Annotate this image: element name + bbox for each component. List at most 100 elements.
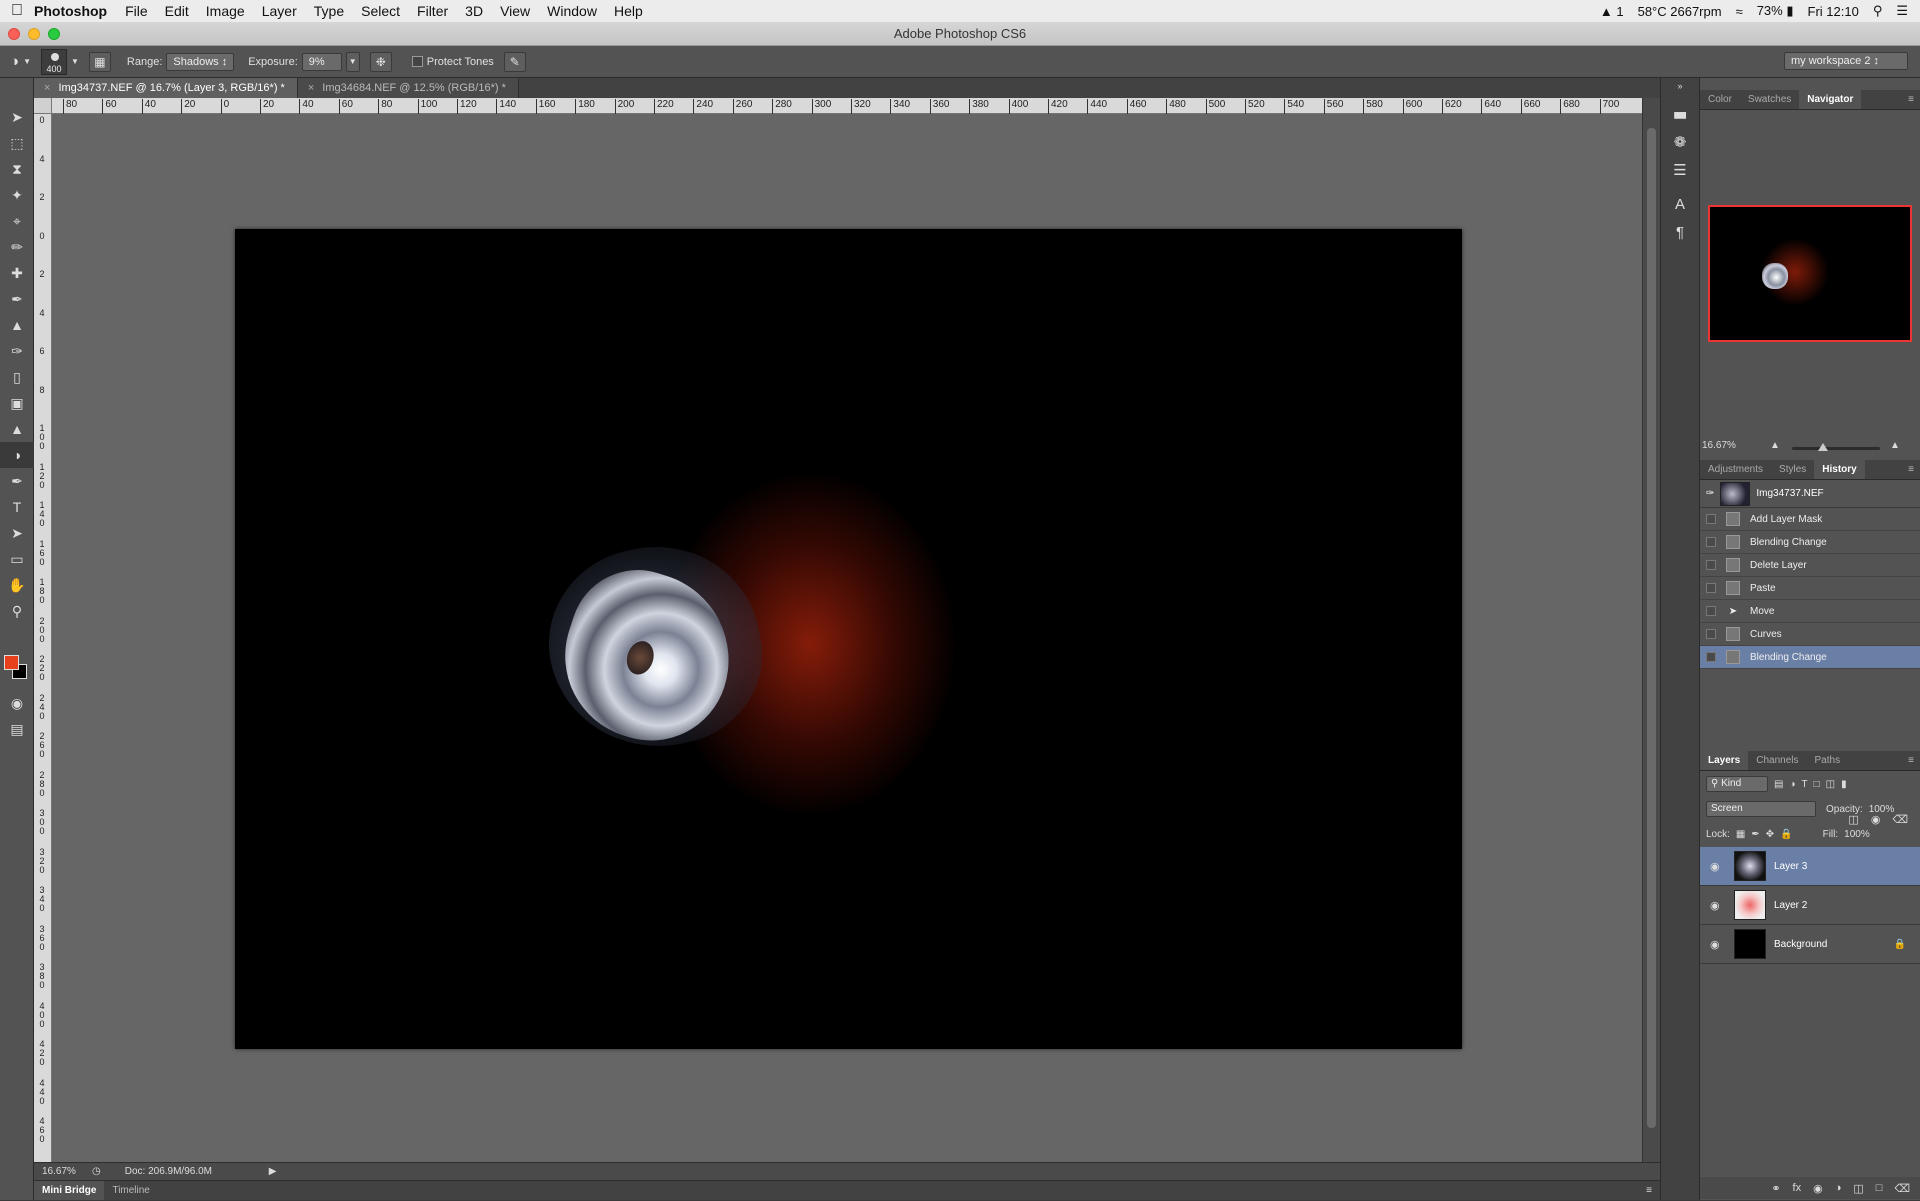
history-checkbox[interactable] <box>1706 652 1716 662</box>
spotlight-search-icon[interactable]: ⚲ <box>1873 3 1883 19</box>
clock[interactable]: Fri 12:10 <box>1808 4 1859 19</box>
tab-layers[interactable]: Layers <box>1700 751 1749 770</box>
menu-window[interactable]: Window <box>547 3 597 19</box>
adobe-status-icon[interactable]: ▲ 1 <box>1600 4 1624 19</box>
close-tab-icon[interactable]: × <box>308 82 314 94</box>
history-checkbox[interactable] <box>1706 560 1716 570</box>
crop-tool-icon[interactable]: ⌖ <box>0 208 34 234</box>
paragraph-panel-icon[interactable]: ¶ <box>1661 218 1699 246</box>
link-layers-icon[interactable]: ⚭ <box>1771 1182 1780 1195</box>
quick-mask-icon[interactable]: ◉ <box>0 690 34 716</box>
move-tool-icon[interactable]: ➤ <box>0 104 34 130</box>
eraser-tool-icon[interactable]: ▯ <box>0 364 34 390</box>
wifi-icon[interactable]: ≈ <box>1736 4 1743 19</box>
history-item[interactable]: Blending Change <box>1700 531 1920 554</box>
blur-tool-icon[interactable]: ▲ <box>0 416 34 442</box>
airbrush-icon[interactable]: ❉ <box>369 51 392 72</box>
eyedropper-tool-icon[interactable]: ✏ <box>0 234 34 260</box>
history-checkbox[interactable] <box>1706 537 1716 547</box>
status-zoom[interactable]: 16.67% <box>42 1166 86 1177</box>
new-layer-icon[interactable]: □ <box>1876 1182 1883 1194</box>
menu-image[interactable]: Image <box>206 3 245 19</box>
panel-menu-icon[interactable]: ≡ <box>1908 751 1914 771</box>
history-item[interactable]: Add Layer Mask <box>1700 508 1920 531</box>
tab-color[interactable]: Color <box>1700 90 1740 109</box>
layer-row-background[interactable]: ◉ Background 🔒 <box>1700 925 1920 964</box>
exposure-input[interactable]: 9% <box>301 52 342 71</box>
lock-position-icon[interactable]: ✥ <box>1766 829 1774 840</box>
panel-menu-icon[interactable]: ≡ <box>1908 90 1914 110</box>
vertical-ruler[interactable]: 0 4 2 0 2 4 6 8 1 0 0 1 2 0 1 4 0 1 6 0 1 8 0 2 0 0 2 … <box>34 114 52 1162</box>
history-item-selected[interactable]: Blending Change <box>1700 646 1920 669</box>
status-info-icon[interactable]: ◷ <box>92 1166 101 1177</box>
zoom-out-icon[interactable]: ▲ <box>1770 440 1780 451</box>
gradient-tool-icon[interactable]: ▣ <box>0 390 34 416</box>
quick-selection-tool-icon[interactable]: ✦ <box>0 182 34 208</box>
brush-presets-panel-icon[interactable]: ❁ <box>1661 128 1699 156</box>
history-snapshot[interactable]: ✑ Img34737.NEF <box>1700 480 1920 508</box>
opacity-input[interactable]: 100% <box>1869 804 1895 815</box>
zoom-slider-knob[interactable] <box>1818 443 1828 451</box>
path-selection-tool-icon[interactable]: ➤ <box>0 520 34 546</box>
tab-paths[interactable]: Paths <box>1807 751 1849 770</box>
notification-center-icon[interactable]: ☰ <box>1896 3 1908 19</box>
trash-icon[interactable]: ⌫ <box>1894 1182 1910 1195</box>
properties-panel-icon[interactable]: ☰ <box>1661 156 1699 184</box>
expand-panels-icon[interactable]: » <box>1661 78 1699 94</box>
protect-tones-checkbox[interactable] <box>411 56 423 67</box>
menu-select[interactable]: Select <box>361 3 400 19</box>
document-window[interactable] <box>52 114 1642 1162</box>
close-window-button[interactable] <box>8 28 20 40</box>
histogram-panel-icon[interactable]: ▃ <box>1661 96 1699 124</box>
marquee-tool-icon[interactable]: ⬚ <box>0 130 34 156</box>
layer-filter-kind-select[interactable]: ⚲ Kind <box>1706 776 1768 792</box>
lock-all-icon[interactable]: 🔒 <box>1780 829 1792 840</box>
tab-mini-bridge[interactable]: Mini Bridge <box>34 1181 105 1200</box>
tab-adjustments[interactable]: Adjustments <box>1700 460 1771 479</box>
menu-filter[interactable]: Filter <box>417 3 448 19</box>
rectangle-tool-icon[interactable]: ▭ <box>0 546 34 572</box>
filter-adjustment-icon[interactable]: ◑ <box>1789 779 1795 790</box>
scrollbar-thumb[interactable] <box>1647 128 1656 1128</box>
app-menu[interactable]: Photoshop <box>34 3 107 19</box>
status-menu-arrow-icon[interactable]: ▶ <box>269 1166 277 1177</box>
panel-menu-icon[interactable]: ≡ <box>1646 1181 1652 1200</box>
pen-tool-icon[interactable]: ✒ <box>0 468 34 494</box>
history-checkbox[interactable] <box>1706 583 1716 593</box>
exposure-dropdown-icon[interactable]: ▼ <box>345 51 360 72</box>
visibility-eye-icon[interactable]: ◉ <box>1710 860 1726 873</box>
pressure-size-icon[interactable]: ✎ <box>503 51 526 72</box>
brush-panel-toggle-icon[interactable]: ▦ <box>88 51 111 72</box>
history-brush-tool-icon[interactable]: ✑ <box>0 338 34 364</box>
burn-tool-icon[interactable]: ◑ <box>0 442 34 468</box>
apple-menu-icon[interactable]:  <box>0 2 34 20</box>
new-group-folder-icon[interactable]: ◫ <box>1853 1182 1863 1195</box>
screen-mode-icon[interactable]: ▤ <box>0 716 34 742</box>
filter-pixel-icon[interactable]: ▤ <box>1774 779 1783 790</box>
panel-menu-icon[interactable]: ≡ <box>1908 460 1914 480</box>
tab-timeline[interactable]: Timeline <box>104 1181 157 1200</box>
fill-input[interactable]: 100% <box>1844 829 1870 840</box>
history-item[interactable]: ➤ Move <box>1700 600 1920 623</box>
menu-help[interactable]: Help <box>614 3 643 19</box>
blend-mode-select[interactable]: Screen <box>1706 801 1816 817</box>
menu-view[interactable]: View <box>500 3 530 19</box>
clone-stamp-tool-icon[interactable]: ▲ <box>0 312 34 338</box>
history-checkbox[interactable] <box>1706 606 1716 616</box>
history-item[interactable]: Paste <box>1700 577 1920 600</box>
type-tool-icon[interactable]: T <box>0 494 34 520</box>
history-brush-source-icon[interactable]: ✑ <box>1706 488 1714 499</box>
zoom-tool-icon[interactable]: ⚲ <box>0 598 34 624</box>
tab-channels[interactable]: Channels <box>1748 751 1806 770</box>
vertical-scrollbar[interactable] <box>1642 98 1660 1162</box>
tab-swatches[interactable]: Swatches <box>1740 90 1799 109</box>
brush-size-picker[interactable]: 400 <box>40 48 67 75</box>
visibility-eye-icon[interactable]: ◉ <box>1710 938 1726 951</box>
menu-layer[interactable]: Layer <box>262 3 297 19</box>
menu-type[interactable]: Type <box>314 3 344 19</box>
menu-file[interactable]: File <box>125 3 148 19</box>
brush-tool-icon[interactable]: ✒ <box>0 286 34 312</box>
battery-readout[interactable]: 73% ▮ <box>1757 3 1794 19</box>
chevron-down-icon[interactable]: ▼ <box>71 57 79 66</box>
zoom-slider[interactable] <box>1792 447 1880 450</box>
